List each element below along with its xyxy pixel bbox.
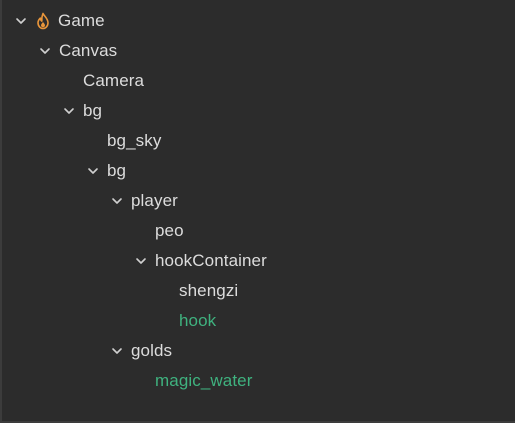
tree-node-magic-water[interactable]: magic_water bbox=[2, 366, 515, 396]
tree-node-label: shengzi bbox=[179, 281, 239, 300]
tree-node-label: golds bbox=[131, 341, 173, 360]
tree-node-game[interactable]: Game bbox=[2, 6, 515, 36]
tree-node-hookcontainer[interactable]: hookContainer bbox=[2, 246, 515, 276]
chevron-down-icon[interactable] bbox=[62, 104, 76, 118]
tree-node-canvas[interactable]: Canvas bbox=[2, 36, 515, 66]
tree-node-label: peo bbox=[155, 221, 184, 240]
chevron-down-icon[interactable] bbox=[134, 254, 148, 268]
chevron-down-icon[interactable] bbox=[110, 344, 124, 358]
tree-node-peo[interactable]: peo bbox=[2, 216, 515, 246]
tree-node-label-prefab: magic_water bbox=[155, 371, 253, 390]
fire-icon bbox=[35, 12, 51, 30]
chevron-down-icon[interactable] bbox=[86, 164, 100, 178]
tree-node-hook[interactable]: hook bbox=[2, 306, 515, 336]
tree-node-label: Game bbox=[58, 11, 105, 30]
tree-node-bg-inner[interactable]: bg bbox=[2, 156, 515, 186]
tree-node-camera[interactable]: Camera bbox=[2, 66, 515, 96]
tree-node-label-prefab: hook bbox=[179, 311, 217, 330]
chevron-down-icon[interactable] bbox=[110, 194, 124, 208]
tree-node-shengzi[interactable]: shengzi bbox=[2, 276, 515, 306]
tree-node-label: Camera bbox=[83, 71, 145, 90]
hierarchy-panel: Game Canvas Camera bg bg_sky bg player p… bbox=[0, 0, 515, 423]
tree-node-bg-sky[interactable]: bg_sky bbox=[2, 126, 515, 156]
tree-node-label: Canvas bbox=[59, 41, 118, 60]
tree-node-label: bg bbox=[83, 101, 103, 120]
tree-node-player[interactable]: player bbox=[2, 186, 515, 216]
chevron-down-icon[interactable] bbox=[38, 44, 52, 58]
tree-node-golds[interactable]: golds bbox=[2, 336, 515, 366]
tree-node-label: player bbox=[131, 191, 178, 210]
tree-node-label: hookContainer bbox=[155, 251, 267, 270]
chevron-down-icon[interactable] bbox=[14, 14, 28, 28]
tree-node-label: bg_sky bbox=[107, 131, 162, 150]
node-tree: Game Canvas Camera bg bg_sky bg player p… bbox=[2, 6, 515, 396]
tree-node-bg[interactable]: bg bbox=[2, 96, 515, 126]
tree-node-label: bg bbox=[107, 161, 127, 180]
